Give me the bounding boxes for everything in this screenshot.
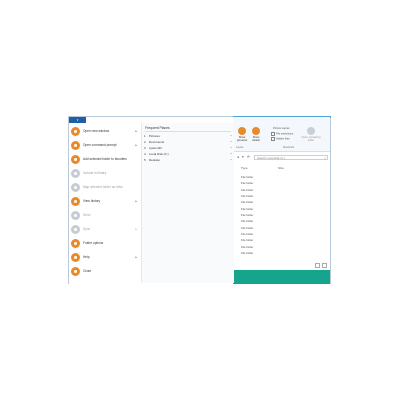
checkbox	[271, 132, 275, 136]
command-prompt-icon	[71, 141, 80, 150]
history-icon	[71, 197, 80, 206]
list-item[interactable]: File folder	[241, 180, 253, 186]
new-window-icon	[71, 127, 80, 136]
dropdown-icon[interactable]: ▾	[242, 155, 244, 159]
menu-item-add-to-favorites[interactable]: Add selected folder to favorites	[69, 153, 139, 165]
column-header-size[interactable]: Size	[278, 166, 284, 170]
frequent-item-desktop[interactable]: 5 Desktop ⊸	[144, 158, 232, 164]
file-menu: Open new window ▸ Open command prompt ▸ …	[69, 123, 139, 283]
menu-item-sync[interactable]: Sync ▸	[69, 223, 139, 235]
send-icon	[71, 211, 80, 220]
status-bar	[234, 263, 330, 269]
file-list: File folder File folder File folder File…	[241, 174, 253, 256]
menu-item-map-drive[interactable]: Map selected folder as drive	[69, 181, 139, 193]
pin-icon[interactable]: ⊸	[230, 152, 232, 155]
pin-icon[interactable]: ⊸	[230, 158, 232, 161]
favorites-icon	[71, 155, 80, 164]
hidden-files-check[interactable]: Hidden files	[271, 137, 290, 141]
list-item[interactable]: File folder	[241, 237, 253, 243]
show-details-button[interactable]: Show details	[250, 127, 262, 142]
chevron-right-icon: ▸	[135, 255, 137, 259]
large-icons-view-icon[interactable]	[322, 263, 327, 268]
ribbon: Show previews Show details Layout Pictur…	[233, 117, 330, 152]
help-icon	[71, 253, 80, 262]
menu-item-help[interactable]: Help ▸	[69, 251, 139, 263]
menu-item-include-in-library[interactable]: Include in library	[69, 167, 139, 179]
frequent-places-panel: Frequent Places 1 Pictures ⊸ 2 Documents…	[141, 123, 234, 283]
taskbar-accent	[233, 270, 330, 284]
file-extensions-check[interactable]: File extensions	[271, 132, 293, 136]
menu-item-close[interactable]: Close	[69, 265, 139, 277]
folder-options-icon	[71, 239, 80, 248]
back-icon[interactable]: ◂	[237, 155, 239, 159]
library-icon	[71, 169, 80, 178]
menu-item-view-history[interactable]: View history ▸	[69, 195, 139, 207]
menu-item-open-new-window[interactable]: Open new window ▸	[69, 125, 139, 137]
ribbon-group-label-2: Show/hide	[283, 146, 295, 149]
divider	[145, 131, 231, 132]
close-icon	[71, 267, 80, 276]
column-header-type[interactable]: Type	[241, 166, 248, 170]
search-input[interactable]: Search Local Disk (C:) ⌕	[254, 155, 328, 160]
chevron-right-icon: ▸	[135, 199, 137, 203]
menu-item-folder-options[interactable]: Folder options	[69, 237, 139, 249]
list-item[interactable]: File folder	[241, 218, 253, 224]
pin-icon[interactable]: ⊸	[230, 134, 232, 137]
chevron-down-icon: ▾	[76, 118, 79, 122]
frequent-places-title: Frequent Places	[145, 126, 170, 130]
sync-icon	[71, 225, 80, 234]
list-item[interactable]: File folder	[241, 199, 253, 205]
details-icon	[252, 127, 260, 135]
open-containing-folder-button[interactable]: Open containing folder	[301, 127, 321, 142]
details-view-icon[interactable]	[315, 263, 320, 268]
show-previews-button[interactable]: Show previews	[236, 127, 248, 142]
map-drive-icon	[71, 183, 80, 192]
open-folder-icon	[307, 127, 315, 135]
menu-item-send[interactable]: Send	[69, 209, 139, 221]
ribbon-group-label: Layout	[236, 146, 244, 149]
list-item[interactable]: File folder	[241, 250, 253, 256]
menu-item-open-command-prompt[interactable]: Open command prompt ▸	[69, 139, 139, 151]
chevron-right-icon: ▸	[135, 143, 137, 147]
preview-icon	[238, 127, 246, 135]
chevron-right-icon: ▸	[135, 129, 137, 133]
chevron-right-icon: ▸	[135, 227, 137, 231]
refresh-icon[interactable]: ⟳	[247, 155, 250, 159]
picture-names-check[interactable]: Picture names	[273, 127, 290, 130]
search-icon[interactable]: ⌕	[324, 156, 326, 160]
pin-icon[interactable]: ⊸	[230, 146, 232, 149]
checkbox	[271, 137, 275, 141]
pin-icon[interactable]: ⊸	[230, 140, 232, 143]
